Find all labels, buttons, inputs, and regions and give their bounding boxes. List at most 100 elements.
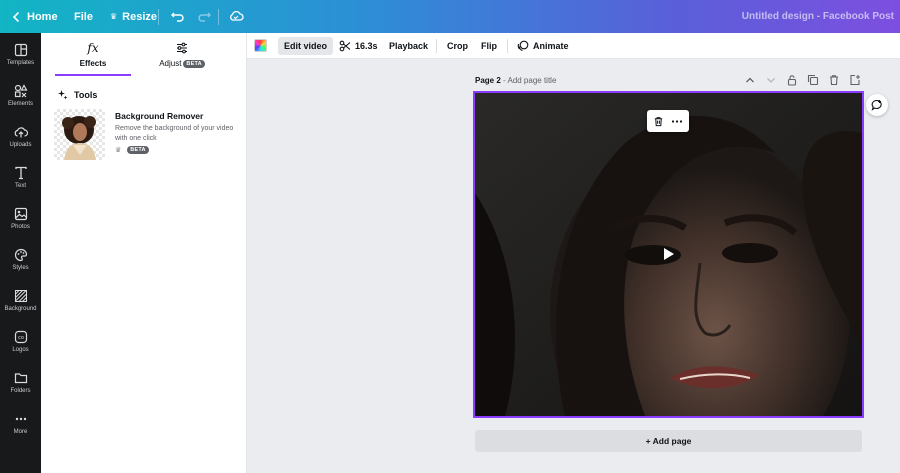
scissors-icon bbox=[339, 40, 351, 52]
edit-video-label: Edit video bbox=[284, 41, 328, 51]
playback-button[interactable]: Playback bbox=[383, 37, 434, 55]
trash-icon[interactable] bbox=[828, 74, 840, 86]
resize-button[interactable]: ♛ Resize bbox=[110, 0, 157, 33]
rail-label: Uploads bbox=[9, 142, 32, 148]
page-title-placeholder: - Add page title bbox=[503, 76, 557, 85]
animate-label: Animate bbox=[533, 41, 569, 51]
play-icon[interactable] bbox=[658, 244, 678, 264]
tools-heading: Tools bbox=[57, 89, 97, 100]
more-options-icon[interactable] bbox=[671, 116, 683, 127]
rail-item-folders[interactable]: Folders bbox=[0, 371, 41, 409]
tool-description: Remove the background of your video with… bbox=[115, 125, 234, 142]
chevron-down-icon[interactable] bbox=[765, 74, 777, 86]
trim-button[interactable]: 16.3s bbox=[333, 37, 384, 55]
rail-label: Styles bbox=[12, 265, 29, 271]
svg-text:co: co bbox=[18, 335, 24, 341]
more-icon bbox=[15, 417, 26, 421]
divider bbox=[158, 9, 159, 25]
crop-button[interactable]: Crop bbox=[441, 37, 474, 55]
trash-icon[interactable] bbox=[653, 116, 664, 127]
file-menu-button[interactable]: File bbox=[74, 0, 93, 33]
crown-icon: ♛ bbox=[115, 147, 122, 154]
element-floating-toolbar bbox=[647, 110, 689, 132]
duration-label: 16.3s bbox=[355, 41, 378, 51]
rail-item-background[interactable]: Background bbox=[0, 289, 41, 327]
chevron-up-icon[interactable] bbox=[744, 74, 756, 86]
rail-item-logos[interactable]: co Logos bbox=[0, 330, 41, 368]
rail-label: Logos bbox=[12, 347, 29, 353]
rail-label: Text bbox=[14, 183, 26, 189]
file-label: File bbox=[74, 10, 93, 23]
home-button[interactable]: Home bbox=[10, 0, 58, 33]
context-toolbar: Edit video 16.3s Playback Crop Flip Anim… bbox=[247, 33, 900, 59]
rail-item-elements[interactable]: Elements bbox=[0, 84, 41, 122]
tab-label: Adjust BETA bbox=[159, 59, 205, 68]
adjust-label: Adjust bbox=[159, 59, 182, 68]
animate-icon bbox=[517, 40, 529, 52]
tab-adjust[interactable]: Adjust BETA bbox=[143, 41, 221, 75]
tab-label: Effects bbox=[79, 59, 107, 68]
divider bbox=[507, 39, 508, 53]
animate-button[interactable]: Animate bbox=[511, 37, 575, 55]
duplicate-icon[interactable] bbox=[807, 74, 819, 86]
divider bbox=[218, 9, 219, 25]
rail-label: More bbox=[13, 429, 28, 435]
rail-item-styles[interactable]: Styles bbox=[0, 248, 41, 286]
page-title[interactable]: Page 2 - Add page title bbox=[475, 76, 556, 85]
cloud-sync-button[interactable] bbox=[228, 8, 244, 29]
rail-label: Templates bbox=[6, 60, 35, 66]
comment-icon bbox=[871, 99, 882, 111]
rail-label: Photos bbox=[11, 224, 30, 230]
rail-item-templates[interactable]: Templates bbox=[0, 43, 41, 81]
undo-button[interactable] bbox=[170, 8, 186, 29]
effects-panel: fx Effects Adjust BETA Tools Background R… bbox=[41, 33, 247, 473]
left-rail: Templates Elements Uploads Text Photos S… bbox=[0, 33, 41, 473]
tool-name: Background Remover bbox=[115, 111, 204, 121]
tool-thumbnail-image bbox=[62, 116, 96, 160]
top-bar: Home File ♛ Resize Untitled design - Fac… bbox=[0, 0, 900, 33]
rail-item-photos[interactable]: Photos bbox=[0, 207, 41, 245]
rail-item-text[interactable]: Text bbox=[0, 166, 41, 204]
add-page-icon[interactable] bbox=[849, 74, 861, 86]
tool-thumbnail bbox=[54, 109, 105, 160]
page-actions bbox=[744, 74, 861, 86]
lock-icon[interactable] bbox=[786, 74, 798, 86]
beta-badge: BETA bbox=[183, 59, 205, 68]
rail-item-more[interactable]: More bbox=[0, 412, 41, 450]
divider bbox=[436, 39, 437, 53]
tools-heading-text: Tools bbox=[74, 89, 98, 100]
rail-label: Elements bbox=[7, 101, 33, 107]
background-remover-tool[interactable]: Background Remover Remove the background… bbox=[54, 109, 239, 161]
background-icon bbox=[14, 290, 27, 302]
elements-icon bbox=[14, 84, 28, 98]
flip-label: Flip bbox=[481, 41, 497, 51]
styles-icon bbox=[14, 248, 27, 262]
add-page-button[interactable]: + Add page bbox=[475, 430, 862, 452]
rail-item-uploads[interactable]: Uploads bbox=[0, 125, 41, 163]
undo-icon bbox=[171, 12, 184, 22]
add-comment-button[interactable] bbox=[866, 94, 888, 116]
sparkle-icon bbox=[58, 90, 68, 100]
tab-effects[interactable]: fx Effects bbox=[54, 41, 132, 76]
chevron-left-icon bbox=[12, 11, 19, 22]
flip-button[interactable]: Flip bbox=[475, 37, 503, 55]
document-title[interactable]: Untitled design - Facebook Post bbox=[742, 11, 894, 22]
folders-icon bbox=[14, 373, 27, 384]
playback-label: Playback bbox=[389, 41, 429, 51]
logos-icon: co bbox=[14, 330, 27, 344]
beta-badge: BETA bbox=[127, 146, 149, 154]
active-tab-indicator bbox=[55, 74, 131, 76]
resize-label: Resize bbox=[122, 10, 158, 23]
color-picker-button[interactable] bbox=[254, 39, 267, 52]
crown-icon: ♛ bbox=[110, 12, 118, 21]
redo-button[interactable] bbox=[196, 8, 212, 29]
tool-badges: ♛ BETA bbox=[115, 146, 149, 154]
rail-label: Folders bbox=[10, 388, 31, 394]
text-icon bbox=[14, 166, 27, 180]
crop-label: Crop bbox=[447, 41, 468, 51]
redo-icon bbox=[198, 12, 211, 22]
edit-video-button[interactable]: Edit video bbox=[278, 37, 334, 55]
rail-label: Background bbox=[4, 306, 37, 312]
cloud-icon bbox=[230, 10, 244, 21]
uploads-icon bbox=[14, 127, 28, 138]
